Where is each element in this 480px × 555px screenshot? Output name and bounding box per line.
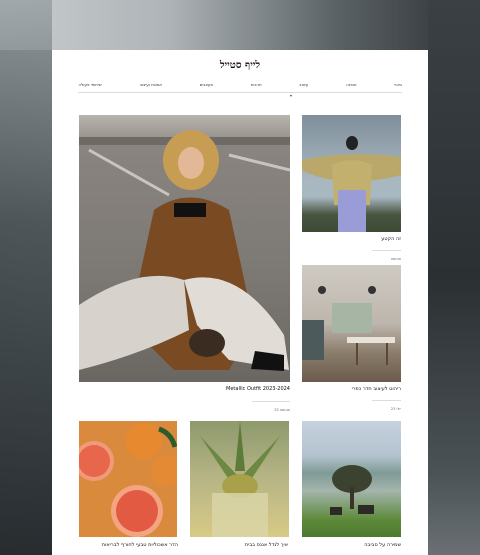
nav-divider [78, 92, 402, 93]
interior-illustration [302, 286, 395, 365]
nav-item[interactable]: שיתופי פעולה [78, 82, 102, 92]
background-blur-top [0, 0, 480, 50]
nav-item[interactable]: אמנות ועיצוב [140, 82, 162, 92]
nav-item[interactable]: תרבות [251, 82, 262, 92]
nav-active-indicator: ▾ [290, 93, 293, 98]
post-caption[interactable]: ריהוט לעיצוב חדר כפרי [352, 386, 401, 392]
background-blur-right [428, 0, 480, 555]
woman-illustration [302, 136, 401, 232]
site-title[interactable]: לייף סטייל [52, 60, 428, 71]
grapefruit-illustration [79, 423, 177, 537]
nav-item[interactable]: עיצוב [299, 82, 308, 92]
main-nav: ביוטי אופנה עיצוב תרבות מעצבים אמנות ועי… [78, 82, 403, 92]
nav-item[interactable]: ביוטי [394, 82, 402, 92]
background-blur-left [0, 0, 52, 555]
nav-item[interactable]: אופנה [346, 82, 356, 92]
post-divider [372, 400, 401, 401]
fashion-model-illustration [79, 130, 290, 371]
post-caption[interactable]: שמירה על סביבה [364, 542, 401, 548]
post-image[interactable] [190, 421, 289, 537]
post-image[interactable] [302, 421, 401, 537]
post-caption[interactable]: איך לגדל אננס בבית [245, 542, 288, 548]
post-caption[interactable]: Metallic Outfit 2023-2024 [226, 386, 290, 392]
post-caption[interactable]: הדר אשכוליות טבעי לחורף לבריאות [102, 542, 178, 548]
pineapple-illustration [200, 421, 280, 537]
featured-post-image[interactable] [79, 115, 290, 382]
nav-item[interactable]: מעצבים [200, 82, 213, 92]
post-divider [372, 250, 401, 251]
post-caption[interactable]: זה הקטע [381, 236, 401, 242]
post-image[interactable] [79, 421, 177, 537]
post-image[interactable] [302, 115, 401, 232]
landscape-illustration [330, 465, 374, 515]
post-date: אוגוסט 23 [274, 408, 290, 412]
post-date: אוגוסט [390, 257, 401, 261]
post-date: יולי 23 [390, 407, 401, 411]
post-image[interactable] [302, 265, 401, 382]
website-page: לייף סטייל ביוטי אופנה עיצוב תרבות מעצבי… [52, 50, 428, 555]
post-divider [252, 401, 290, 402]
